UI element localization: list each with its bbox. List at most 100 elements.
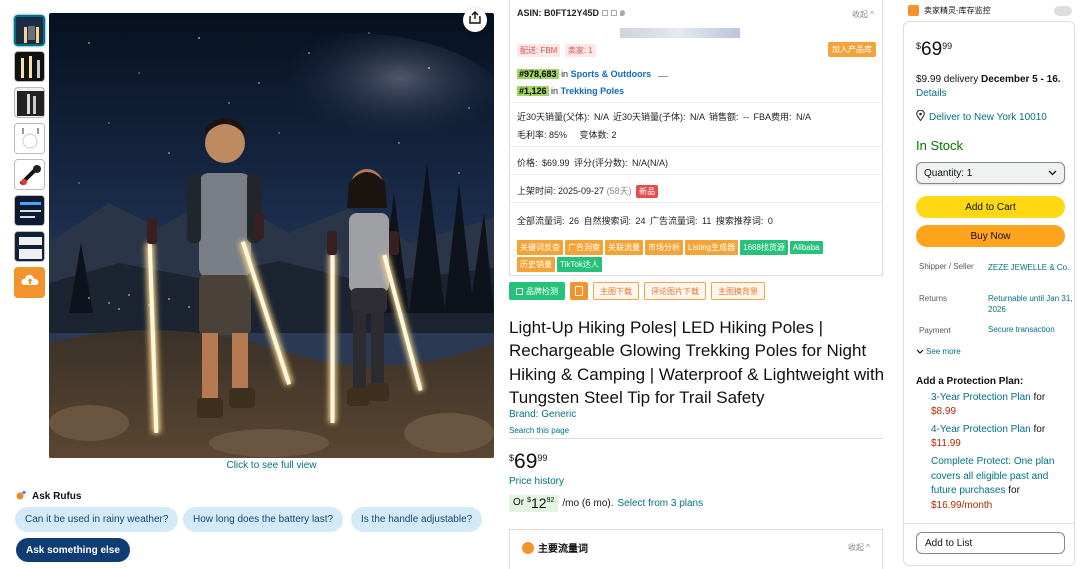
quantity-select[interactable]: Quantity: 1	[916, 162, 1065, 184]
thumbnail-strip	[14, 15, 46, 298]
rank-2-category-link[interactable]: Trekking Poles	[561, 86, 625, 96]
monthly-or: Or	[513, 497, 525, 508]
tool-ad-insight[interactable]: 广告洞察	[565, 240, 603, 255]
listed-date: 上架时间: 2025-09-27	[517, 186, 605, 196]
copy-icon[interactable]	[602, 10, 609, 16]
rufus-chip-handle[interactable]: Is the handle adjustable?	[351, 507, 483, 532]
copy-icon-2[interactable]	[611, 10, 618, 16]
brand-check-label: 品牌检测	[526, 286, 558, 296]
location-icon[interactable]	[620, 10, 626, 16]
rank-1-in: in	[561, 69, 569, 79]
product-price: $ 69 99	[509, 450, 547, 474]
protection-plan-3[interactable]: Complete Protect: One plan covers all el…	[931, 455, 1073, 513]
calculator-button[interactable]	[570, 282, 588, 300]
traffic-title: 主要流量词	[538, 544, 588, 555]
collapse-label: 收起	[852, 10, 869, 19]
traffic-collapse-label: 收起	[848, 543, 865, 552]
select-plans-link[interactable]: Select from 3 plans	[618, 498, 704, 509]
brand-link[interactable]: Brand: Generic	[509, 409, 576, 420]
chart-icon[interactable]	[657, 70, 668, 77]
monthly-term: /mo (6 mo).	[562, 498, 614, 509]
returns-link[interactable]: Returnable until Jan 31, 2026	[988, 293, 1073, 315]
rank-1-badge: #978,683	[517, 69, 559, 79]
traffic-icon	[522, 541, 534, 554]
traffic-collapse-toggle[interactable]: 收起 ^	[848, 542, 870, 553]
tool-alibaba[interactable]: Alibaba	[789, 241, 823, 254]
share-button[interactable]	[463, 8, 487, 32]
ask-something-else-button[interactable]: Ask something else	[16, 538, 130, 562]
protection-plan-2[interactable]: 4-Year Protection Plan for $11.99	[931, 423, 1073, 451]
plan-1-price: $8.99	[931, 406, 957, 417]
delivery-details-link[interactable]: Details	[916, 88, 947, 99]
tool-1688[interactable]: 1688找货源	[740, 240, 788, 255]
upload-image-button[interactable]	[14, 267, 45, 298]
review-image-download-button[interactable]: 评论图片下载	[644, 282, 706, 300]
rufus-chip-rain[interactable]: Can it be used in rainy weather?	[15, 507, 179, 532]
full-view-link[interactable]: Click to see full view	[49, 460, 494, 471]
add-to-cart-button[interactable]: Add to Cart	[916, 196, 1065, 218]
payment-link[interactable]: Secure transaction	[988, 324, 1073, 335]
extension-toggle[interactable]	[1054, 5, 1072, 16]
thumbnail-2[interactable]	[14, 51, 45, 82]
calculator-icon	[575, 286, 583, 296]
tool-related-traffic[interactable]: 关联流量	[605, 240, 643, 255]
protection-plan-title: Add a Protection Plan:	[916, 376, 1024, 387]
listed-days: (58天)	[606, 186, 632, 196]
rank-1-category-link[interactable]: Sports & Outdoors	[571, 69, 652, 79]
plan-1-for: for	[1033, 392, 1046, 403]
divider	[510, 102, 882, 103]
thumbnail-7[interactable]	[14, 231, 45, 262]
thumbnail-6[interactable]	[14, 195, 45, 226]
see-more-toggle[interactable]: See more	[916, 347, 961, 356]
tool-market-analysis[interactable]: 市场分析	[645, 240, 683, 255]
thumbnail-3[interactable]	[14, 87, 45, 118]
tool-tiktok[interactable]: TikTok达人	[557, 257, 602, 272]
price-history-link[interactable]: Price history	[509, 476, 564, 487]
asin-row: ASIN: B0FT12Y45D	[517, 8, 626, 18]
divider	[510, 146, 882, 147]
add-to-list-button[interactable]: Add to List	[916, 532, 1065, 554]
margin-value: 毛利率: 85%	[517, 130, 568, 140]
main-image-download-button[interactable]: 主图下载	[593, 282, 639, 300]
panel-collapse-toggle[interactable]: 收起 ^	[852, 9, 874, 20]
sellers-tag: 卖家: 1	[564, 44, 596, 57]
main-product-image[interactable]	[49, 13, 494, 458]
shipper-link[interactable]: ZEZE JEWELLE & Co.	[988, 262, 1073, 273]
buybox-price-fraction: 99	[942, 41, 953, 51]
variants-value: 变体数: 2	[579, 130, 617, 140]
add-product-button[interactable]: 加入产品库	[828, 42, 876, 57]
extension-icon	[908, 5, 919, 16]
tool-listing-generator[interactable]: Listing生成器	[685, 240, 739, 255]
quantity-label: Quantity: 1	[924, 167, 973, 179]
thumbnail-1[interactable]	[14, 15, 45, 46]
extension-title: 卖家精灵-库存监控	[924, 6, 991, 15]
search-page-link[interactable]: Search this page	[509, 426, 569, 435]
thumbnail-5[interactable]	[14, 159, 45, 190]
buy-now-button[interactable]: Buy Now	[916, 225, 1065, 247]
price-fraction: 99	[537, 453, 548, 463]
protection-plan-1[interactable]: 3-Year Protection Plan for $8.99	[931, 391, 1073, 419]
deliver-to[interactable]: Deliver to New York 10010	[916, 109, 1047, 124]
share-icon	[469, 11, 481, 29]
buybox-price: $ 69 99	[916, 39, 952, 61]
listed-row: 上架时间: 2025-09-27 (58天) 新品	[517, 184, 660, 198]
shipper-label: Shipper / Seller	[919, 262, 974, 271]
monthly-whole: 12	[531, 495, 547, 511]
thumbnail-4[interactable]	[14, 123, 45, 154]
main-bg-replace-button[interactable]: 主图换背景	[711, 282, 765, 300]
delivery-dates: December 5 - 16.	[981, 74, 1061, 85]
tool-keyword-reverse[interactable]: 关键词反查	[517, 240, 563, 255]
deliver-to-label: Deliver to New York 10010	[929, 111, 1047, 123]
keywords-row: 全部流量词: 26 自然搜索词: 24 广告流量词: 11 搜索推荐词: 0	[517, 216, 773, 226]
stock-status: In Stock	[916, 138, 963, 153]
rufus-chip-battery[interactable]: How long does the battery last?	[183, 507, 344, 532]
rank-row-1: #978,683 in Sports & Outdoors	[517, 69, 668, 79]
product-title: Light-Up Hiking Poles| LED Hiking Poles …	[509, 318, 885, 407]
plan-3-price: $16.99/month	[931, 499, 993, 511]
image-actions-row: 品牌检测 主图下载 评论图片下载 主图换背景	[509, 282, 765, 300]
delivery-prefix: $9.99 delivery	[916, 74, 979, 85]
traffic-keywords-panel: 主要流量词 收起 ^	[509, 529, 883, 569]
buy-box: $ 69 99 $9.99 delivery December 5 - 16. …	[903, 21, 1075, 566]
brand-check-button[interactable]: 品牌检测	[509, 282, 565, 300]
tool-sales-history[interactable]: 历史销量	[517, 257, 555, 272]
